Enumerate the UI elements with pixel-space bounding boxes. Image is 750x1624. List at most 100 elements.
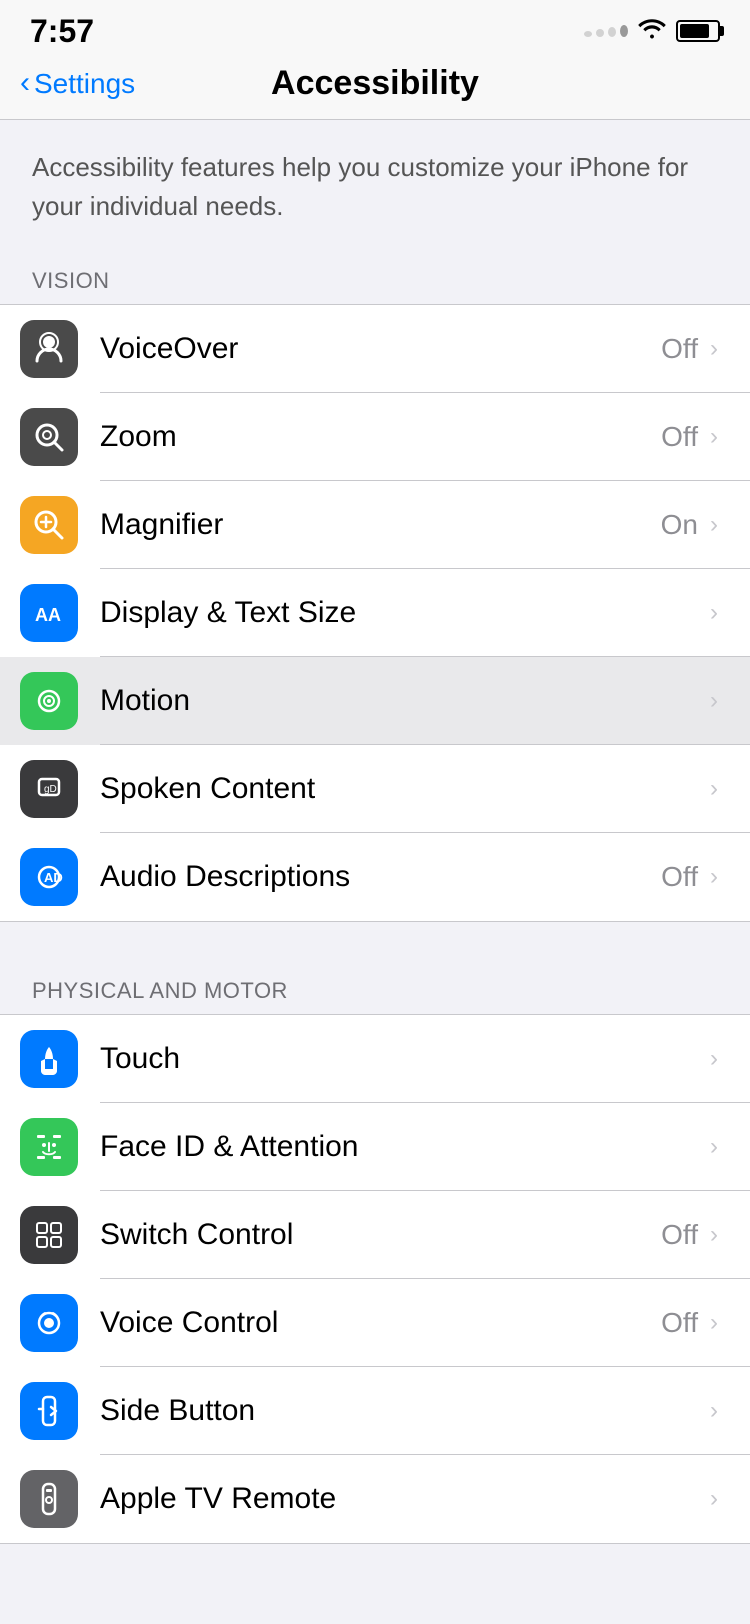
switch-control-icon	[20, 1206, 78, 1264]
face-id-row[interactable]: Face ID & Attention ›	[0, 1103, 750, 1191]
apple-tv-remote-label: Apple TV Remote	[100, 1482, 336, 1516]
side-button-chevron-icon: ›	[710, 1397, 718, 1425]
touch-row[interactable]: Touch ›	[0, 1015, 750, 1103]
back-label: Settings	[34, 68, 135, 100]
face-id-content: Face ID & Attention ›	[100, 1130, 718, 1164]
display-text-size-row[interactable]: AA Display & Text Size ›	[0, 569, 750, 657]
display-text-size-label: Display & Text Size	[100, 596, 356, 630]
zoom-label: Zoom	[100, 420, 177, 454]
voiceover-chevron-icon: ›	[710, 335, 718, 363]
motion-row[interactable]: Motion ›	[0, 657, 750, 745]
spoken-content-label: Spoken Content	[100, 772, 315, 806]
zoom-icon	[20, 408, 78, 466]
voice-control-value: Off	[661, 1307, 698, 1339]
vision-settings-group: VoiceOver Off › Zoom Off ›	[0, 304, 750, 922]
display-text-size-content: Display & Text Size ›	[100, 596, 718, 630]
magnifier-content: Magnifier On ›	[100, 508, 718, 542]
voice-control-right: Off ›	[661, 1307, 718, 1339]
description-block: Accessibility features help you customiz…	[0, 120, 750, 248]
voice-control-label: Voice Control	[100, 1306, 278, 1340]
voiceover-label: VoiceOver	[100, 332, 238, 366]
side-button-content: Side Button ›	[100, 1394, 718, 1428]
side-button-row[interactable]: Side Button ›	[0, 1367, 750, 1455]
spoken-content-icon: gD	[20, 760, 78, 818]
side-button-icon	[20, 1382, 78, 1440]
zoom-content: Zoom Off ›	[100, 420, 718, 454]
display-text-size-icon: AA	[20, 584, 78, 642]
zoom-right: Off ›	[661, 421, 718, 453]
status-icons	[584, 17, 720, 45]
touch-label: Touch	[100, 1042, 180, 1076]
motion-content: Motion ›	[100, 684, 718, 718]
voice-control-content: Voice Control Off ›	[100, 1306, 718, 1340]
face-id-label: Face ID & Attention	[100, 1130, 358, 1164]
voice-control-chevron-icon: ›	[710, 1309, 718, 1337]
touch-icon	[20, 1030, 78, 1088]
magnifier-right: On ›	[661, 509, 718, 541]
switch-control-chevron-icon: ›	[710, 1221, 718, 1249]
touch-content: Touch ›	[100, 1042, 718, 1076]
magnifier-chevron-icon: ›	[710, 511, 718, 539]
display-text-size-right: ›	[706, 599, 718, 627]
face-id-icon	[20, 1118, 78, 1176]
switch-control-row[interactable]: Switch Control Off ›	[0, 1191, 750, 1279]
apple-tv-remote-right: ›	[706, 1485, 718, 1513]
audio-descriptions-icon: AD	[20, 848, 78, 906]
side-button-label: Side Button	[100, 1394, 255, 1428]
vision-section-header: VISION	[0, 248, 750, 304]
vision-section-label: VISION	[32, 268, 110, 293]
svg-text:AA: AA	[35, 605, 61, 625]
motion-icon	[20, 672, 78, 730]
nav-header: ‹ Settings Accessibility	[0, 54, 750, 120]
signal-icon	[584, 25, 628, 37]
voiceover-value: Off	[661, 333, 698, 365]
physical-motor-section-label: PHYSICAL AND MOTOR	[32, 978, 288, 1003]
svg-text:AD: AD	[44, 870, 63, 885]
svg-text:gD: gD	[44, 784, 57, 795]
apple-tv-remote-content: Apple TV Remote ›	[100, 1482, 718, 1516]
magnifier-icon	[20, 496, 78, 554]
voiceover-content: VoiceOver Off ›	[100, 332, 718, 366]
voice-control-icon	[20, 1294, 78, 1352]
physical-motor-settings-group: Touch › Face ID & Attention ›	[0, 1014, 750, 1544]
back-chevron-icon: ‹	[20, 68, 30, 98]
switch-control-value: Off	[661, 1219, 698, 1251]
spoken-content-row[interactable]: gD Spoken Content ›	[0, 745, 750, 833]
switch-control-label: Switch Control	[100, 1218, 293, 1252]
zoom-chevron-icon: ›	[710, 423, 718, 451]
display-text-size-chevron-icon: ›	[710, 599, 718, 627]
status-bar: 7:57	[0, 0, 750, 54]
page-title: Accessibility	[271, 64, 479, 103]
switch-control-content: Switch Control Off ›	[100, 1218, 718, 1252]
voiceover-right: Off ›	[661, 333, 718, 365]
motion-chevron-icon: ›	[710, 687, 718, 715]
spoken-content-chevron-icon: ›	[710, 775, 718, 803]
audio-descriptions-right: Off ›	[661, 861, 718, 893]
magnifier-row[interactable]: Magnifier On ›	[0, 481, 750, 569]
spoken-content-right: ›	[706, 775, 718, 803]
physical-motor-section-header: PHYSICAL AND MOTOR	[0, 958, 750, 1014]
status-time: 7:57	[30, 13, 94, 50]
voiceover-icon	[20, 320, 78, 378]
audio-descriptions-chevron-icon: ›	[710, 863, 718, 891]
motion-label: Motion	[100, 684, 190, 718]
face-id-chevron-icon: ›	[710, 1133, 718, 1161]
magnifier-label: Magnifier	[100, 508, 223, 542]
description-text: Accessibility features help you customiz…	[32, 148, 718, 226]
audio-descriptions-content: Audio Descriptions Off ›	[100, 860, 718, 894]
voice-control-row[interactable]: Voice Control Off ›	[0, 1279, 750, 1367]
wifi-icon	[638, 17, 666, 45]
zoom-value: Off	[661, 421, 698, 453]
back-button[interactable]: ‹ Settings	[20, 68, 135, 100]
apple-tv-remote-chevron-icon: ›	[710, 1485, 718, 1513]
apple-tv-remote-row[interactable]: Apple TV Remote ›	[0, 1455, 750, 1543]
spoken-content-content: Spoken Content ›	[100, 772, 718, 806]
audio-descriptions-label: Audio Descriptions	[100, 860, 350, 894]
face-id-right: ›	[706, 1133, 718, 1161]
voiceover-row[interactable]: VoiceOver Off ›	[0, 305, 750, 393]
touch-right: ›	[706, 1045, 718, 1073]
magnifier-value: On	[661, 509, 698, 541]
audio-descriptions-row[interactable]: AD Audio Descriptions Off ›	[0, 833, 750, 921]
zoom-row[interactable]: Zoom Off ›	[0, 393, 750, 481]
apple-tv-remote-icon	[20, 1470, 78, 1528]
